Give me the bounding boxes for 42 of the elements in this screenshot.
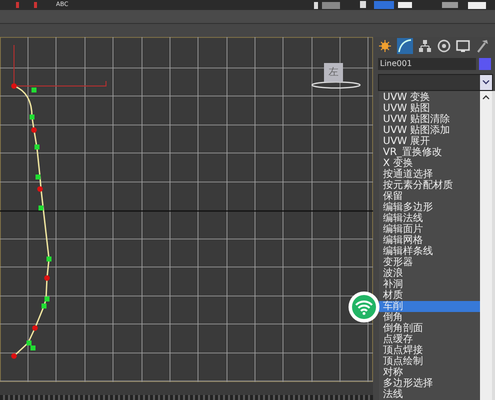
modifier-list-item[interactable]: 补洞 <box>379 279 480 290</box>
wifi-badge-icon[interactable] <box>348 291 380 323</box>
modifier-list-item[interactable]: 编辑多边形 <box>379 202 480 213</box>
object-color-swatch[interactable] <box>479 58 491 70</box>
curve-tab-icon[interactable] <box>397 38 413 54</box>
modifier-list-item[interactable]: 编辑法线 <box>379 213 480 224</box>
modifier-list-item[interactable]: 车削 <box>379 301 480 312</box>
modifier-list-item[interactable]: 保留 <box>379 191 480 202</box>
modifier-list-item[interactable]: 材质 <box>379 290 480 301</box>
modifier-list-item[interactable]: UVW 贴图 <box>379 103 480 114</box>
modifier-list-item[interactable]: 编辑样条线 <box>379 246 480 257</box>
motion-tab-icon[interactable] <box>437 39 451 53</box>
view-cube-ring[interactable] <box>311 81 361 89</box>
toolbar-icon[interactable] <box>312 1 342 9</box>
modifier-list-item[interactable]: 点缓存 <box>379 334 480 345</box>
modifier-list-item[interactable]: 对称 <box>379 367 480 378</box>
display-tab-icon[interactable] <box>456 39 470 53</box>
modifier-list-item[interactable]: 编辑网格 <box>379 235 480 246</box>
modifier-list-item[interactable]: UVW 变换 <box>379 92 480 103</box>
modifier-list-item[interactable]: 顶点绘制 <box>379 356 480 367</box>
modifier-list-item[interactable]: 倒角 <box>379 312 480 323</box>
modifier-list-item[interactable]: 变形器 <box>379 257 480 268</box>
modifier-dropdown[interactable] <box>378 74 493 91</box>
create-tab-icon[interactable] <box>378 39 392 53</box>
modifier-list-item[interactable]: 按通道选择 <box>379 169 480 180</box>
modifier-list-item[interactable]: UVW 贴图添加 <box>379 125 480 136</box>
scroll-up-icon[interactable] <box>482 94 490 100</box>
modifier-list-item[interactable]: 顶点焊接 <box>379 345 480 356</box>
spline-curve[interactable] <box>11 83 52 359</box>
modifier-list-item[interactable]: 编辑面片 <box>379 224 480 235</box>
modifier-list-item[interactable]: 多边形选择 <box>379 378 480 389</box>
modifier-list-item[interactable]: VR_置换修改 <box>379 147 480 158</box>
modifier-list-item[interactable]: 波浪 <box>379 268 480 279</box>
modifier-list-item[interactable]: UVW 展开 <box>379 136 480 147</box>
modifier-list-item[interactable]: 倒角剖面 <box>379 323 480 334</box>
modifier-list-item[interactable]: 法线 <box>379 389 480 400</box>
object-name-field[interactable]: Line001 <box>378 58 476 70</box>
hierarchy-tab-icon[interactable] <box>418 39 432 53</box>
modifier-list-item[interactable]: UVW 贴图清除 <box>379 114 480 125</box>
modifier-list-item[interactable]: 按元素分配材质 <box>379 180 480 191</box>
caret-icon <box>480 75 492 90</box>
modifier-list-item[interactable]: X 变换 <box>379 158 480 169</box>
